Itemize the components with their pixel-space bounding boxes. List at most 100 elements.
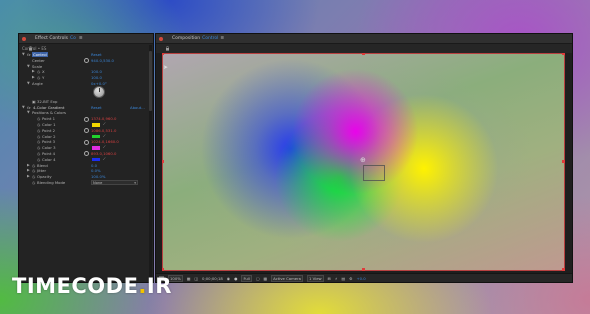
- panel-menu-icon[interactable]: ≡: [220, 36, 224, 41]
- point-2-value[interactable]: 1086.0,531.0: [91, 128, 116, 133]
- transform-handle[interactable]: [362, 268, 365, 271]
- point-3-value[interactable]: 1024.0,1660.0: [91, 139, 119, 144]
- transform-handle[interactable]: [162, 160, 164, 163]
- effect-controls-tab-suffix: Co: [70, 36, 76, 41]
- disclosure-arrow-icon[interactable]: ▼: [27, 64, 30, 68]
- views-dropdown[interactable]: 1 View: [307, 274, 324, 282]
- disclosure-arrow-icon[interactable]: ▶: [32, 75, 35, 79]
- stopwatch-icon[interactable]: ◷: [37, 151, 40, 156]
- stopwatch-icon[interactable]: ◷: [37, 75, 40, 80]
- fx-icon[interactable]: fx: [27, 52, 31, 57]
- composition-tab[interactable]: Composition: [172, 36, 200, 41]
- color-4-label: Color 4: [42, 156, 56, 162]
- x-label: X: [42, 69, 45, 75]
- stopwatch-icon[interactable]: ◷: [37, 122, 40, 127]
- fast-previews-icon[interactable]: ⚡: [335, 276, 338, 281]
- point-control-square[interactable]: [363, 165, 385, 181]
- disclosure-arrow-icon[interactable]: ▼: [27, 81, 30, 85]
- disclosure-arrow-icon[interactable]: ▼: [22, 52, 25, 56]
- transform-handle[interactable]: [562, 160, 565, 163]
- stopwatch-icon[interactable]: ◷: [32, 168, 35, 173]
- composition-viewer[interactable]: ➤ ⊕: [162, 53, 565, 271]
- snapshot-icon[interactable]: ◉: [227, 276, 230, 281]
- disclosure-arrow-icon[interactable]: ▼: [22, 105, 25, 109]
- color-2-swatch[interactable]: [92, 134, 100, 139]
- jitter-value[interactable]: 0.0%: [91, 168, 101, 173]
- scrollbar-thumb[interactable]: [149, 51, 152, 111]
- camera-dropdown[interactable]: Active Camera: [271, 274, 303, 282]
- color-1-swatch[interactable]: [92, 122, 100, 127]
- stopwatch-icon[interactable]: ◷: [37, 69, 40, 74]
- timecode-display[interactable]: 0;00;00;18: [202, 276, 223, 281]
- angle-dial-row: [19, 85, 153, 99]
- eyedropper-icon[interactable]: ⟋: [103, 157, 106, 161]
- target-icon[interactable]: [84, 116, 89, 122]
- disclosure-arrow-icon[interactable]: ▶: [32, 69, 35, 73]
- mask-visibility-icon[interactable]: ◫: [194, 276, 198, 281]
- blend-value[interactable]: 0.0: [91, 163, 97, 168]
- target-icon[interactable]: [84, 128, 89, 134]
- effect-controls-tab[interactable]: Effect Controls: [35, 36, 68, 41]
- point-4-value[interactable]: 893.0,1060.0: [91, 151, 116, 156]
- anchor-point-icon[interactable]: ⊕: [360, 157, 366, 164]
- lock-icon[interactable]: [28, 36, 33, 51]
- eyedropper-icon[interactable]: ⟋: [103, 145, 106, 149]
- region-of-interest-icon[interactable]: ▢: [256, 276, 260, 281]
- toggle-pixel-aspect-icon[interactable]: ⊞: [328, 276, 331, 281]
- gradient-about-link[interactable]: About...: [130, 105, 145, 110]
- disclosure-arrow-icon[interactable]: ▶: [27, 174, 30, 178]
- x-value[interactable]: 100.0: [91, 69, 102, 74]
- stopwatch-icon[interactable]: ◷: [37, 139, 40, 144]
- resolution-dropdown[interactable]: Full: [241, 274, 252, 282]
- panel-menu-icon[interactable]: ≡: [79, 36, 83, 41]
- disclosure-arrow-icon[interactable]: ▶: [27, 168, 30, 172]
- transform-handle[interactable]: [562, 53, 565, 55]
- blending-mode-dropdown[interactable]: None: [91, 179, 138, 185]
- eyedropper-icon[interactable]: ⟋: [103, 122, 106, 126]
- transform-handle[interactable]: [562, 268, 565, 271]
- stopwatch-icon[interactable]: ◷: [37, 116, 40, 121]
- stopwatch-icon[interactable]: ◷: [32, 174, 35, 179]
- transform-handle[interactable]: [162, 53, 164, 55]
- effect-controls-scrollbar[interactable]: [149, 45, 152, 279]
- eyedropper-icon[interactable]: ⟋: [103, 134, 106, 138]
- watermark-logo: TIMECODE.IR: [12, 272, 172, 300]
- color-channel-icon[interactable]: ●: [234, 276, 237, 281]
- lock-icon[interactable]: [165, 36, 170, 51]
- composition-tab-name[interactable]: Control: [202, 36, 218, 41]
- center-value[interactable]: 940.0,530.0: [91, 58, 114, 63]
- color-3-swatch[interactable]: [92, 146, 100, 150]
- disclosure-arrow-icon[interactable]: ▼: [27, 110, 30, 114]
- transform-handle[interactable]: [162, 268, 164, 271]
- disclosure-arrow-icon[interactable]: ▶: [27, 163, 30, 167]
- flowchart-icon[interactable]: ⚙: [349, 276, 352, 281]
- y-value[interactable]: 100.0: [91, 75, 102, 80]
- stopwatch-icon[interactable]: ◷: [32, 180, 35, 185]
- stopwatch-icon[interactable]: ◷: [37, 145, 40, 150]
- composition-bottom-bar: 100% ▦ ◫ 0;00;00;18 ◉ ● Full ▢ ▩ Active …: [156, 273, 572, 282]
- fx-icon[interactable]: fx: [27, 105, 31, 110]
- opacity-value[interactable]: 100.0%: [91, 174, 105, 179]
- angle-dial[interactable]: [93, 85, 105, 98]
- color-4-swatch[interactable]: [92, 157, 100, 162]
- close-panel-icon[interactable]: [22, 36, 26, 41]
- composition-header: Composition Control ≡: [156, 34, 572, 51]
- target-icon[interactable]: [84, 151, 89, 157]
- layer-reset-link[interactable]: Reset: [91, 52, 102, 57]
- stopwatch-icon[interactable]: ◷: [32, 163, 35, 168]
- stopwatch-icon[interactable]: ◷: [37, 157, 40, 162]
- timeline-icon[interactable]: ▤: [342, 276, 346, 281]
- stopwatch-icon[interactable]: ◷: [37, 134, 40, 139]
- stopwatch-icon[interactable]: ◷: [37, 128, 40, 133]
- layer-name[interactable]: Control: [32, 52, 48, 57]
- target-icon[interactable]: [84, 139, 89, 145]
- transparency-grid-icon[interactable]: ▩: [264, 276, 268, 281]
- exposure-value[interactable]: +0.0: [357, 276, 366, 281]
- target-icon[interactable]: [84, 58, 89, 64]
- safe-zones-icon[interactable]: ▦: [187, 276, 191, 281]
- transform-handle[interactable]: [362, 53, 365, 55]
- gradient-reset-link[interactable]: Reset: [91, 105, 102, 110]
- point-1-value[interactable]: 1374.0,960.0: [91, 116, 116, 121]
- close-panel-icon[interactable]: [159, 36, 163, 41]
- four-color-gradient-label[interactable]: 4-Color Gradient: [33, 105, 64, 110]
